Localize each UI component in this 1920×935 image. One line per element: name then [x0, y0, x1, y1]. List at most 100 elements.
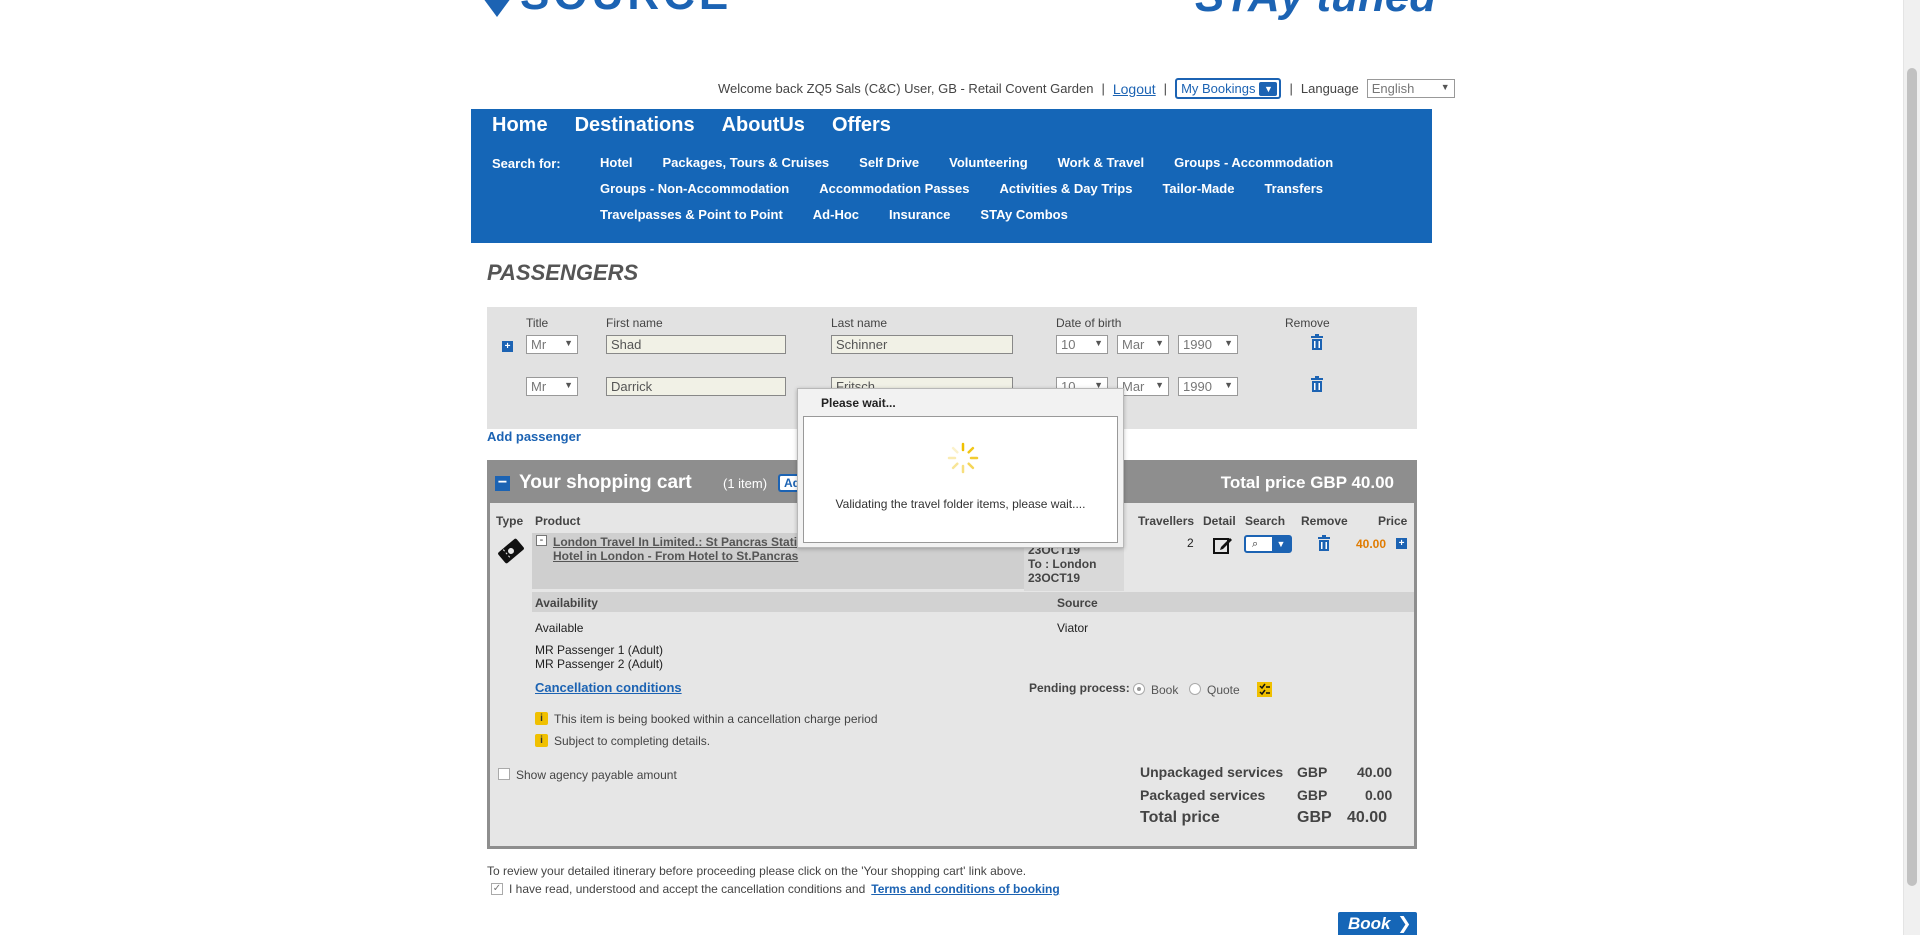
show-agency-checkbox[interactable] — [498, 768, 510, 780]
nav-link-volunteering[interactable]: Volunteering — [949, 155, 1027, 170]
first-name-input[interactable]: Shad — [606, 335, 786, 354]
scrollbar-thumb[interactable] — [1907, 68, 1917, 886]
passenger-title-select[interactable]: Mr — [526, 335, 578, 354]
unpackaged-label: Unpackaged services — [1140, 764, 1284, 780]
checklist-icon[interactable] — [1257, 682, 1272, 697]
product-nav-row: Travelpasses & Point to Point Ad-Hoc Insur… — [600, 207, 1400, 222]
trash-icon[interactable] — [1310, 376, 1324, 392]
logout-link[interactable]: Logout — [1113, 81, 1156, 97]
nav-item-destinations[interactable]: Destinations — [575, 114, 695, 137]
remove-column-header: Remove — [1301, 514, 1348, 528]
nav-link-travelpasses-point-to-point[interactable]: Travelpasses & Point to Point — [600, 207, 783, 222]
nav-link-groups-non-accommodation[interactable]: Groups - Non-Accommodation — [600, 181, 789, 196]
info-icon: i — [535, 712, 548, 725]
product-column-header: Product — [535, 514, 581, 528]
logo-text: SOURCE — [520, 0, 732, 20]
nav-link-transfers[interactable]: Transfers — [1264, 181, 1323, 196]
search-dropdown-button[interactable]: ⌕ ▼ — [1244, 535, 1292, 553]
primary-nav: Home Destinations AboutUs Offers — [492, 114, 918, 137]
passenger-summary: MR Passenger 2 (Adult) — [535, 657, 664, 671]
product-name-line: Hotel in London - From Hotel to St.Pancr… — [553, 549, 799, 563]
total-value: 40.00 — [1347, 809, 1388, 826]
nav-link-activities-day-trips[interactable]: Activities & Day Trips — [1000, 181, 1133, 196]
book-option-label: Book — [1151, 683, 1179, 697]
nav-link-work-travel[interactable]: Work & Travel — [1058, 155, 1144, 170]
dob-month-select[interactable]: Mar — [1117, 335, 1169, 354]
nav-item-aboutus[interactable]: AboutUs — [722, 114, 805, 137]
expand-passenger-icon[interactable]: + — [502, 341, 513, 352]
dob-column-label: Date of birth — [1056, 316, 1122, 330]
dob-month-select[interactable]: Mar — [1117, 377, 1169, 396]
page: SOURCE STAy tuned Welcome back ZQ5 Sals … — [0, 0, 1920, 935]
product-nav-row: Hotel Packages, Tours & Cruises Self Drive… — [600, 155, 1400, 170]
quote-radio[interactable] — [1189, 683, 1201, 695]
product-link[interactable]: London Travel In Limited.: St Pancras St… — [553, 535, 798, 563]
dialog-message: Validating the travel folder items, plea… — [835, 497, 1086, 511]
product-name-line: London Travel In Limited.: St Pancras St… — [553, 535, 798, 549]
expand-price-icon[interactable]: + — [1396, 538, 1407, 549]
book-radio[interactable] — [1133, 683, 1145, 695]
nav-link-tailor-made[interactable]: Tailor-Made — [1162, 181, 1234, 196]
dob-day-select[interactable]: 10 — [1056, 335, 1108, 354]
my-bookings-label: My Bookings — [1181, 81, 1256, 96]
travellers-column-header: Travellers — [1138, 514, 1195, 528]
nav-link-hotel[interactable]: Hotel — [600, 155, 633, 170]
chevron-down-icon: ▼ — [1272, 537, 1290, 551]
cart-title[interactable]: Your shopping cart — [519, 472, 692, 494]
page-scrollbar[interactable] — [1903, 0, 1920, 935]
brand-logo[interactable]: SOURCE — [484, 0, 732, 20]
loading-spinner-icon — [947, 442, 979, 474]
collapse-cart-icon[interactable]: − — [495, 475, 510, 491]
cancellation-charge-warning: This item is being booked within a cance… — [554, 712, 878, 726]
nav-link-insurance[interactable]: Insurance — [889, 207, 950, 222]
nav-item-offers[interactable]: Offers — [832, 114, 891, 137]
please-wait-dialog: Please wait... Validating the travel fol… — [797, 388, 1124, 548]
last-name-column-label: Last name — [831, 316, 888, 330]
first-name-column-label: First name — [606, 316, 663, 330]
cancellation-conditions-link[interactable]: Cancellation conditions — [535, 680, 682, 695]
nav-link-accommodation-passes[interactable]: Accommodation Passes — [819, 181, 969, 196]
unpackaged-currency: GBP — [1297, 764, 1328, 780]
type-column-header: Type — [496, 514, 524, 528]
nav-link-ad-hoc[interactable]: Ad-Hoc — [813, 207, 859, 222]
product-nav: Hotel Packages, Tours & Cruises Self Drive… — [600, 155, 1400, 233]
nav-link-self-drive[interactable]: Self Drive — [859, 155, 919, 170]
date-text: 23OCT19 — [1028, 571, 1081, 585]
add-passenger-link[interactable]: Add passenger — [487, 429, 581, 444]
accept-terms-checkbox[interactable]: ✓ — [491, 883, 503, 895]
trash-icon[interactable] — [1310, 334, 1324, 350]
total-label: Total price — [1140, 809, 1220, 826]
trash-icon[interactable] — [1317, 535, 1331, 551]
title-column-label: Title — [526, 316, 549, 330]
my-bookings-dropdown[interactable]: My Bookings ▼ — [1175, 78, 1282, 99]
dob-year-select[interactable]: 1990 — [1178, 335, 1238, 354]
dob-year-select[interactable]: 1990 — [1178, 377, 1238, 396]
cart-total-price: Total price GBP 40.00 — [1220, 473, 1394, 492]
packaged-currency: GBP — [1297, 787, 1328, 803]
nav-link-groups-accommodation[interactable]: Groups - Accommodation — [1174, 155, 1333, 170]
language-select[interactable]: English — [1366, 79, 1455, 98]
quote-option-label: Quote — [1207, 683, 1240, 697]
terms-link[interactable]: Terms and conditions of booking — [871, 882, 1059, 896]
search-for-label: Search for: — [492, 156, 561, 171]
last-name-input[interactable]: Schinner — [831, 335, 1013, 354]
chevron-right-icon: ❯ — [1397, 914, 1412, 933]
main-navigation: Home Destinations AboutUs Offers Search for… — [471, 109, 1432, 243]
dialog-title: Please wait... — [821, 396, 896, 410]
passengers-heading: PASSENGERS — [487, 260, 639, 285]
pending-process-label: Pending process: — [1029, 681, 1130, 695]
source-value: Viator — [1057, 621, 1089, 635]
nav-item-home[interactable]: Home — [492, 114, 548, 137]
shield-logo-icon — [484, 0, 510, 17]
destination-text: To : London — [1028, 557, 1097, 571]
book-button-label: Book — [1348, 914, 1391, 933]
edit-icon[interactable] — [1213, 536, 1233, 554]
first-name-input[interactable]: Darrick — [606, 377, 786, 396]
nav-link-stay-combos[interactable]: STAy Combos — [980, 207, 1067, 222]
packaged-value: 0.00 — [1365, 787, 1393, 803]
welcome-text: Welcome back ZQ5 Sals (C&C) User, GB - R… — [718, 81, 1094, 96]
book-button[interactable]: Book ❯ — [1338, 912, 1417, 935]
collapse-product-icon[interactable]: - — [536, 535, 547, 546]
nav-link-packages-tours-cruises[interactable]: Packages, Tours & Cruises — [663, 155, 830, 170]
passenger-title-select[interactable]: Mr — [526, 377, 578, 396]
